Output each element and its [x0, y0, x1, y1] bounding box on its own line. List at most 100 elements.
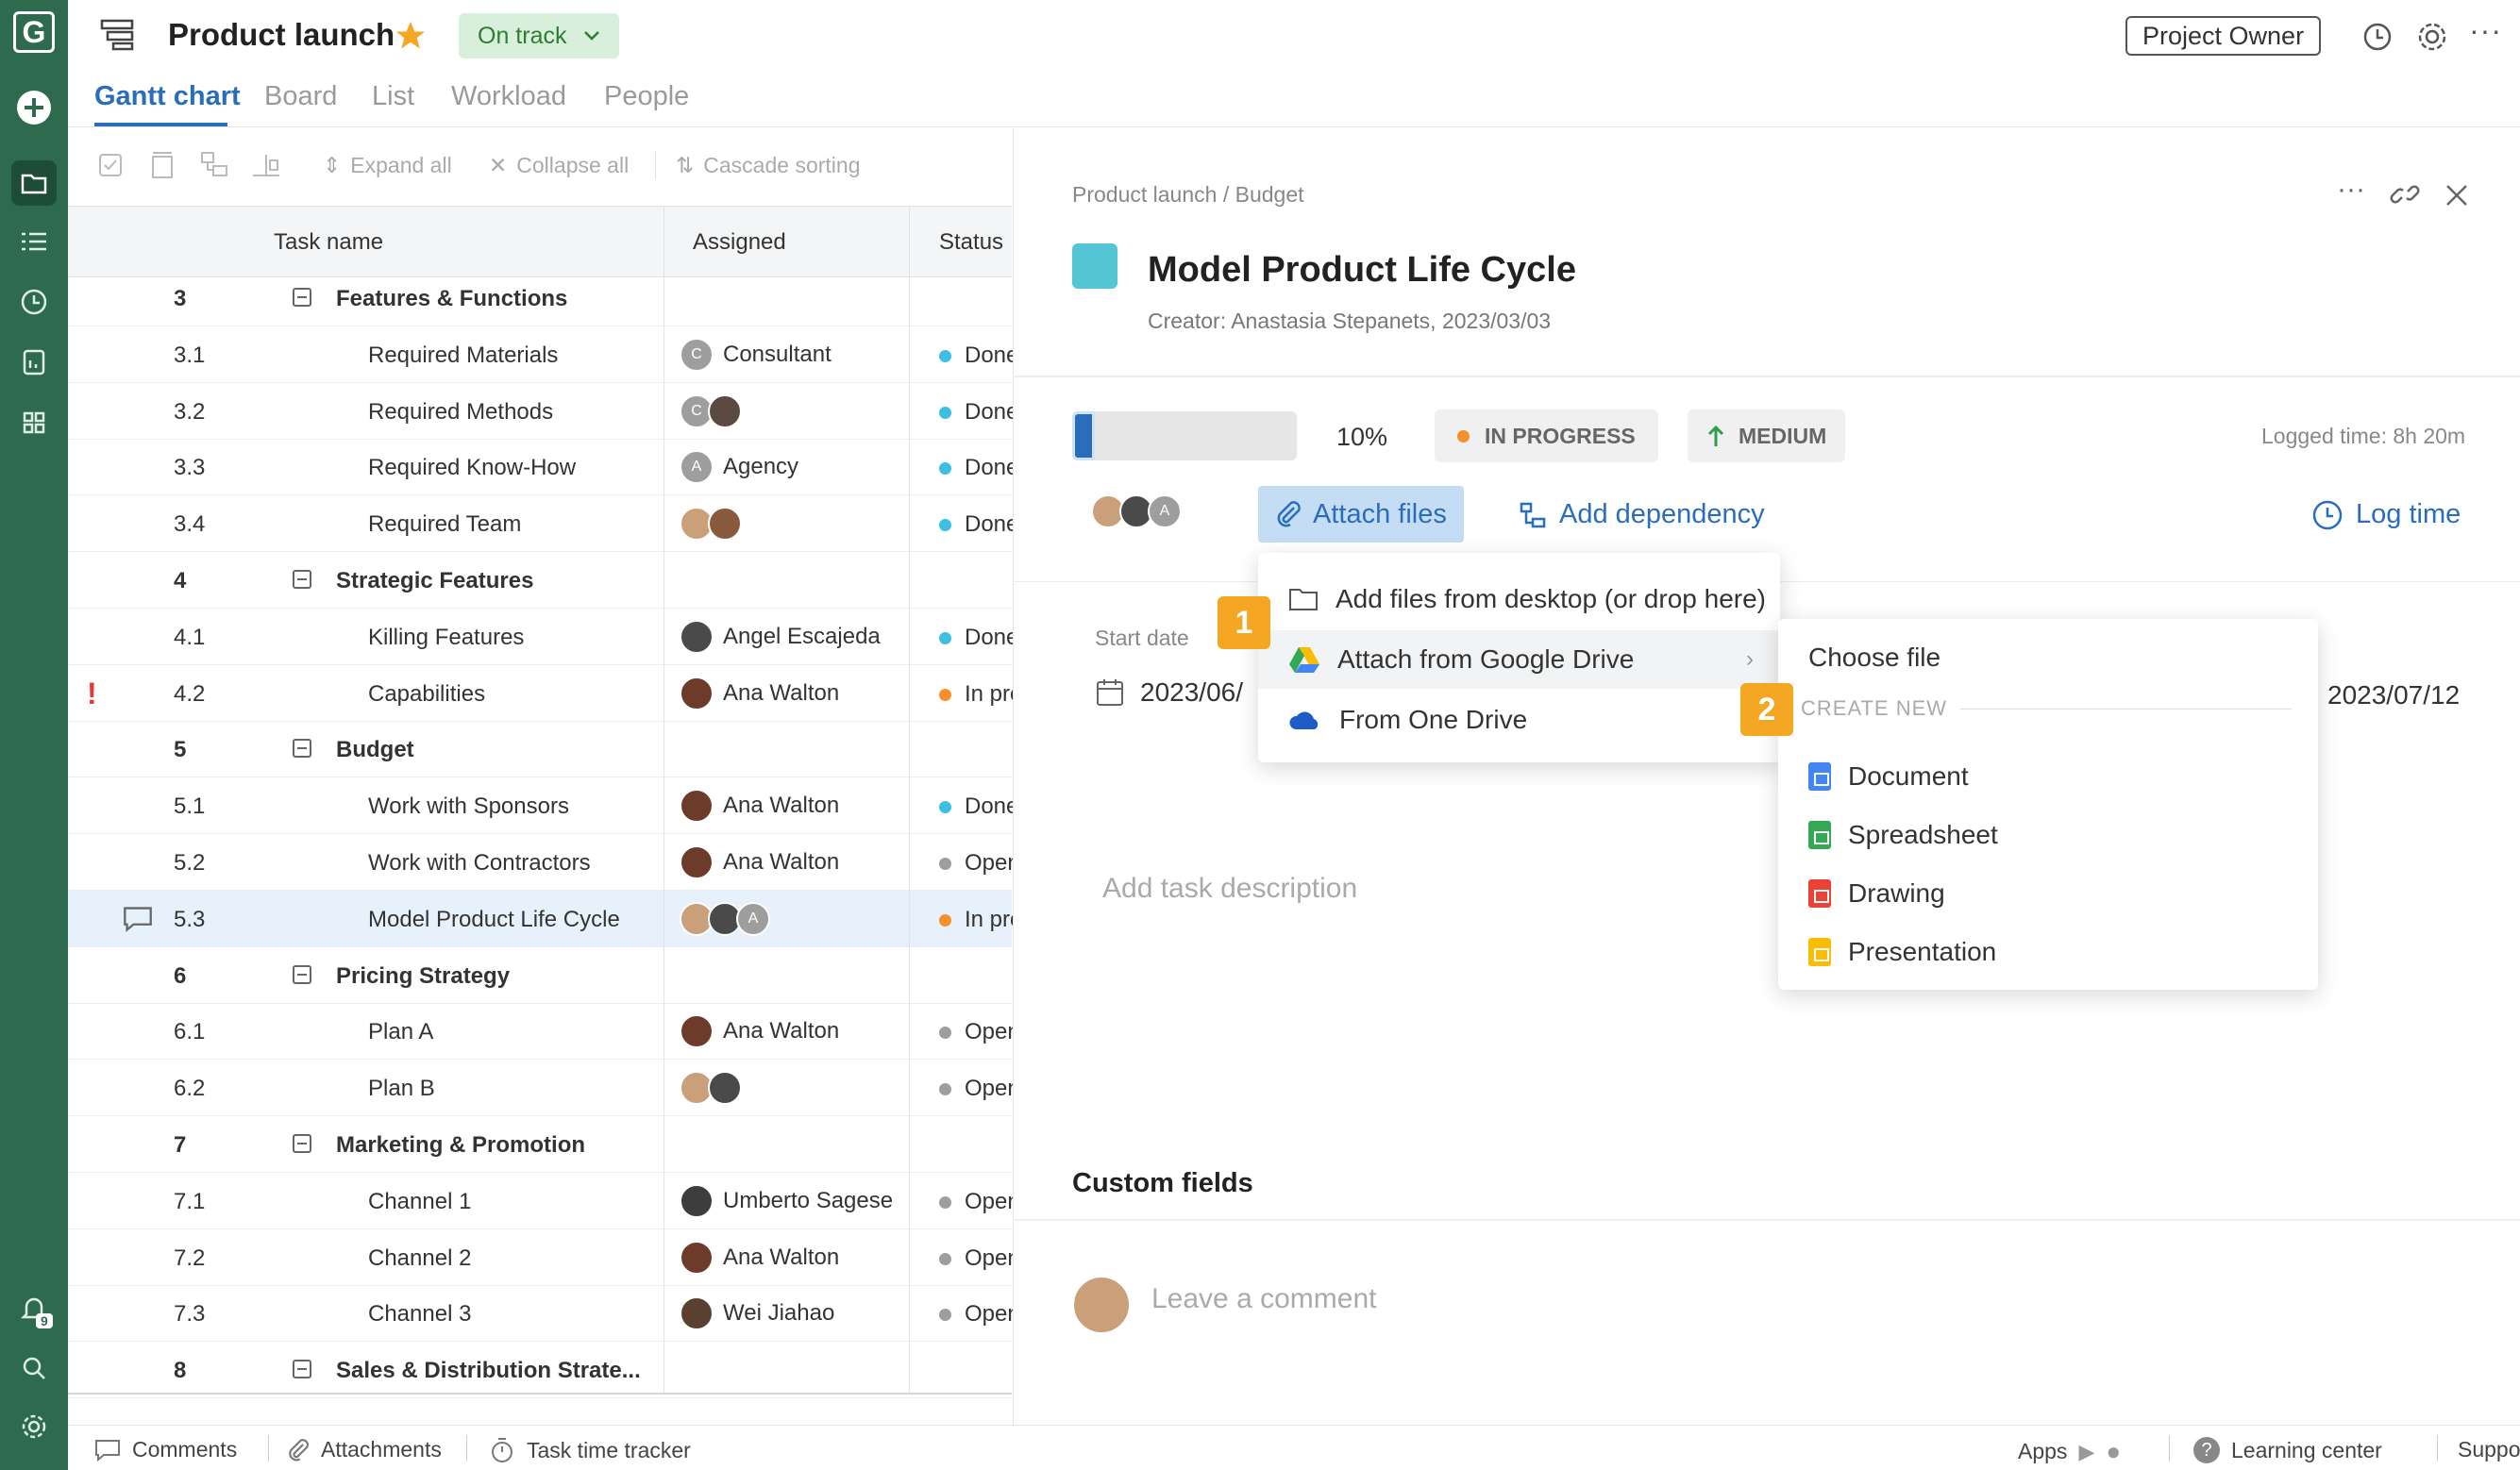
- status-cell[interactable]: Open: [939, 1019, 1020, 1045]
- rail-projects[interactable]: [11, 160, 57, 206]
- rail-apps[interactable]: [11, 400, 57, 445]
- status-cell[interactable]: Open: [939, 1076, 1020, 1102]
- tab-workload[interactable]: Workload: [451, 81, 566, 112]
- add-subtask-icon[interactable]: [200, 151, 228, 179]
- status-cell[interactable]: Done: [939, 625, 1018, 651]
- task-name[interactable]: Strategic Features: [336, 568, 533, 594]
- menu-item-one-drive[interactable]: From One Drive ›: [1258, 691, 1780, 749]
- task-name[interactable]: Required Methods: [368, 399, 553, 426]
- task-group-row[interactable]: 5 Budget: [68, 721, 1012, 777]
- task-group-row[interactable]: 6 Pricing Strategy: [68, 947, 1012, 1004]
- link-icon[interactable]: [2390, 179, 2420, 209]
- history-icon[interactable]: [2361, 21, 2394, 53]
- cascade-sorting-button[interactable]: ⇅ Cascade sorting: [676, 153, 860, 178]
- task-name[interactable]: Marketing & Promotion: [336, 1132, 585, 1159]
- menu-item-desktop[interactable]: Add files from desktop (or drop here): [1258, 570, 1780, 628]
- task-name[interactable]: Plan B: [368, 1076, 435, 1102]
- assignee-cell[interactable]: [680, 507, 742, 541]
- collapse-toggle-icon[interactable]: [293, 739, 311, 758]
- breadcrumb[interactable]: Product launch / Budget: [1072, 182, 1304, 208]
- task-name[interactable]: Sales & Distribution Strate...: [336, 1358, 641, 1384]
- attach-files-button[interactable]: Attach files: [1258, 486, 1464, 543]
- assignee-cell[interactable]: Ana Walton: [680, 677, 839, 710]
- status-cell[interactable]: Open: [939, 1189, 1020, 1215]
- collapse-all-button[interactable]: ✕ Collapse all: [489, 153, 629, 178]
- task-row[interactable]: 3.4 Required Team Done: [68, 495, 1018, 552]
- rail-search[interactable]: [11, 1345, 57, 1391]
- task-name[interactable]: Channel 2: [368, 1245, 471, 1272]
- status-cell[interactable]: Done: [939, 399, 1018, 426]
- task-name[interactable]: Required Team: [368, 511, 521, 538]
- task-title[interactable]: Model Product Life Cycle: [1148, 250, 1576, 291]
- task-name[interactable]: Work with Sponsors: [368, 793, 569, 820]
- task-name[interactable]: Channel 1: [368, 1189, 471, 1215]
- column-status[interactable]: Status: [939, 229, 1003, 256]
- task-name[interactable]: Required Materials: [368, 342, 558, 369]
- collapse-toggle-icon[interactable]: [293, 288, 311, 307]
- task-row[interactable]: 5.1 Work with Sponsors Ana Walton Done: [68, 777, 1018, 834]
- task-row[interactable]: !4.2CapabilitiesAna WaltonIn progress: [68, 665, 1078, 722]
- status-cell[interactable]: Done: [939, 342, 1018, 369]
- task-assignees[interactable]: A: [1091, 494, 1182, 528]
- task-group-row[interactable]: 7 Marketing & Promotion: [68, 1116, 1012, 1173]
- task-row[interactable]: 6.2 Plan B Open: [68, 1060, 1020, 1116]
- task-group-row[interactable]: 8 Sales & Distribution Strate...: [68, 1342, 1012, 1398]
- footer-apps[interactable]: Apps ▶ ●: [2018, 1437, 2121, 1466]
- assignee-cell[interactable]: Ana Walton: [680, 845, 839, 879]
- status-cell[interactable]: Done: [939, 511, 1018, 538]
- collapse-toggle-icon[interactable]: [293, 965, 311, 984]
- task-row[interactable]: 5.2 Work with Contractors Ana Walton Open: [68, 834, 1020, 891]
- settings-icon[interactable]: [2416, 21, 2448, 53]
- menu-item-google-drive[interactable]: Attach from Google Drive ›: [1258, 630, 1780, 689]
- start-date-field[interactable]: 2023/06/: [1095, 677, 1243, 708]
- comment-input[interactable]: Leave a comment: [1151, 1283, 1376, 1315]
- tab-board[interactable]: Board: [264, 81, 337, 112]
- assignee-cell[interactable]: Ana Walton: [680, 789, 839, 823]
- more-icon[interactable]: ···: [2469, 13, 2502, 48]
- collapse-toggle-icon[interactable]: [293, 1360, 311, 1378]
- footer-comments[interactable]: Comments: [94, 1437, 237, 1462]
- footer-attachments[interactable]: Attachments: [287, 1437, 442, 1462]
- assignee-cell[interactable]: [680, 1071, 742, 1105]
- task-row[interactable]: 4.1 Killing Features Angel Escajeda Done: [68, 609, 1018, 665]
- collapse-toggle-icon[interactable]: [293, 570, 311, 589]
- task-name[interactable]: Required Know-How: [368, 455, 576, 481]
- assignee-cell[interactable]: Wei Jiahao: [680, 1296, 834, 1330]
- create-spreadsheet-item[interactable]: Spreadsheet: [1778, 806, 2318, 864]
- status-cell[interactable]: Open: [939, 850, 1020, 877]
- column-task-name[interactable]: Task name: [274, 229, 383, 256]
- rail-time[interactable]: [11, 279, 57, 325]
- panel-more-icon[interactable]: ···: [2337, 174, 2365, 206]
- rail-settings[interactable]: [11, 1404, 57, 1449]
- assignee-cell[interactable]: A Agency: [680, 450, 798, 484]
- status-cell[interactable]: Done: [939, 455, 1018, 481]
- log-time-button[interactable]: Log time: [2312, 499, 2461, 530]
- assignee-cell[interactable]: Umberto Sagese: [680, 1184, 893, 1218]
- status-cell[interactable]: Open: [939, 1301, 1020, 1328]
- task-name[interactable]: Killing Features: [368, 625, 524, 651]
- task-row[interactable]: 7.3 Channel 3 Wei Jiahao Open: [68, 1285, 1020, 1342]
- task-color-swatch[interactable]: [1072, 243, 1117, 289]
- priority-chip[interactable]: MEDIUM: [1688, 409, 1846, 462]
- task-row[interactable]: 6.1 Plan A Ana Walton Open: [68, 1003, 1020, 1060]
- choose-file-item[interactable]: Choose file: [1778, 628, 2318, 687]
- footer-learning-center[interactable]: ? Learning center: [2193, 1437, 2382, 1463]
- task-group-row[interactable]: 4 Strategic Features: [68, 552, 1012, 609]
- assignee-cell[interactable]: C Consultant: [680, 338, 832, 372]
- assignee-cell[interactable]: Ana Walton: [680, 1014, 839, 1048]
- create-presentation-item[interactable]: Presentation: [1778, 923, 2318, 981]
- task-name[interactable]: Plan A: [368, 1019, 433, 1045]
- footer-support[interactable]: Support: [2458, 1437, 2520, 1462]
- task-group-row[interactable]: 3 Features & Functions: [68, 270, 1012, 326]
- column-assigned[interactable]: Assigned: [693, 229, 786, 256]
- task-row[interactable]: 3.1 Required Materials C Consultant Done: [68, 326, 1018, 383]
- add-dependency-button[interactable]: Add dependency: [1520, 499, 1765, 530]
- progress-bar[interactable]: [1072, 411, 1297, 460]
- task-name[interactable]: Channel 3: [368, 1301, 471, 1328]
- task-name[interactable]: Work with Contractors: [368, 850, 591, 877]
- task-name[interactable]: Features & Functions: [336, 286, 567, 312]
- end-date-value[interactable]: 2023/07/12: [2327, 680, 2460, 710]
- tab-people[interactable]: People: [604, 81, 689, 112]
- assignee-cell[interactable]: Ana Walton: [680, 1241, 839, 1275]
- create-drawing-item[interactable]: Drawing: [1778, 864, 2318, 923]
